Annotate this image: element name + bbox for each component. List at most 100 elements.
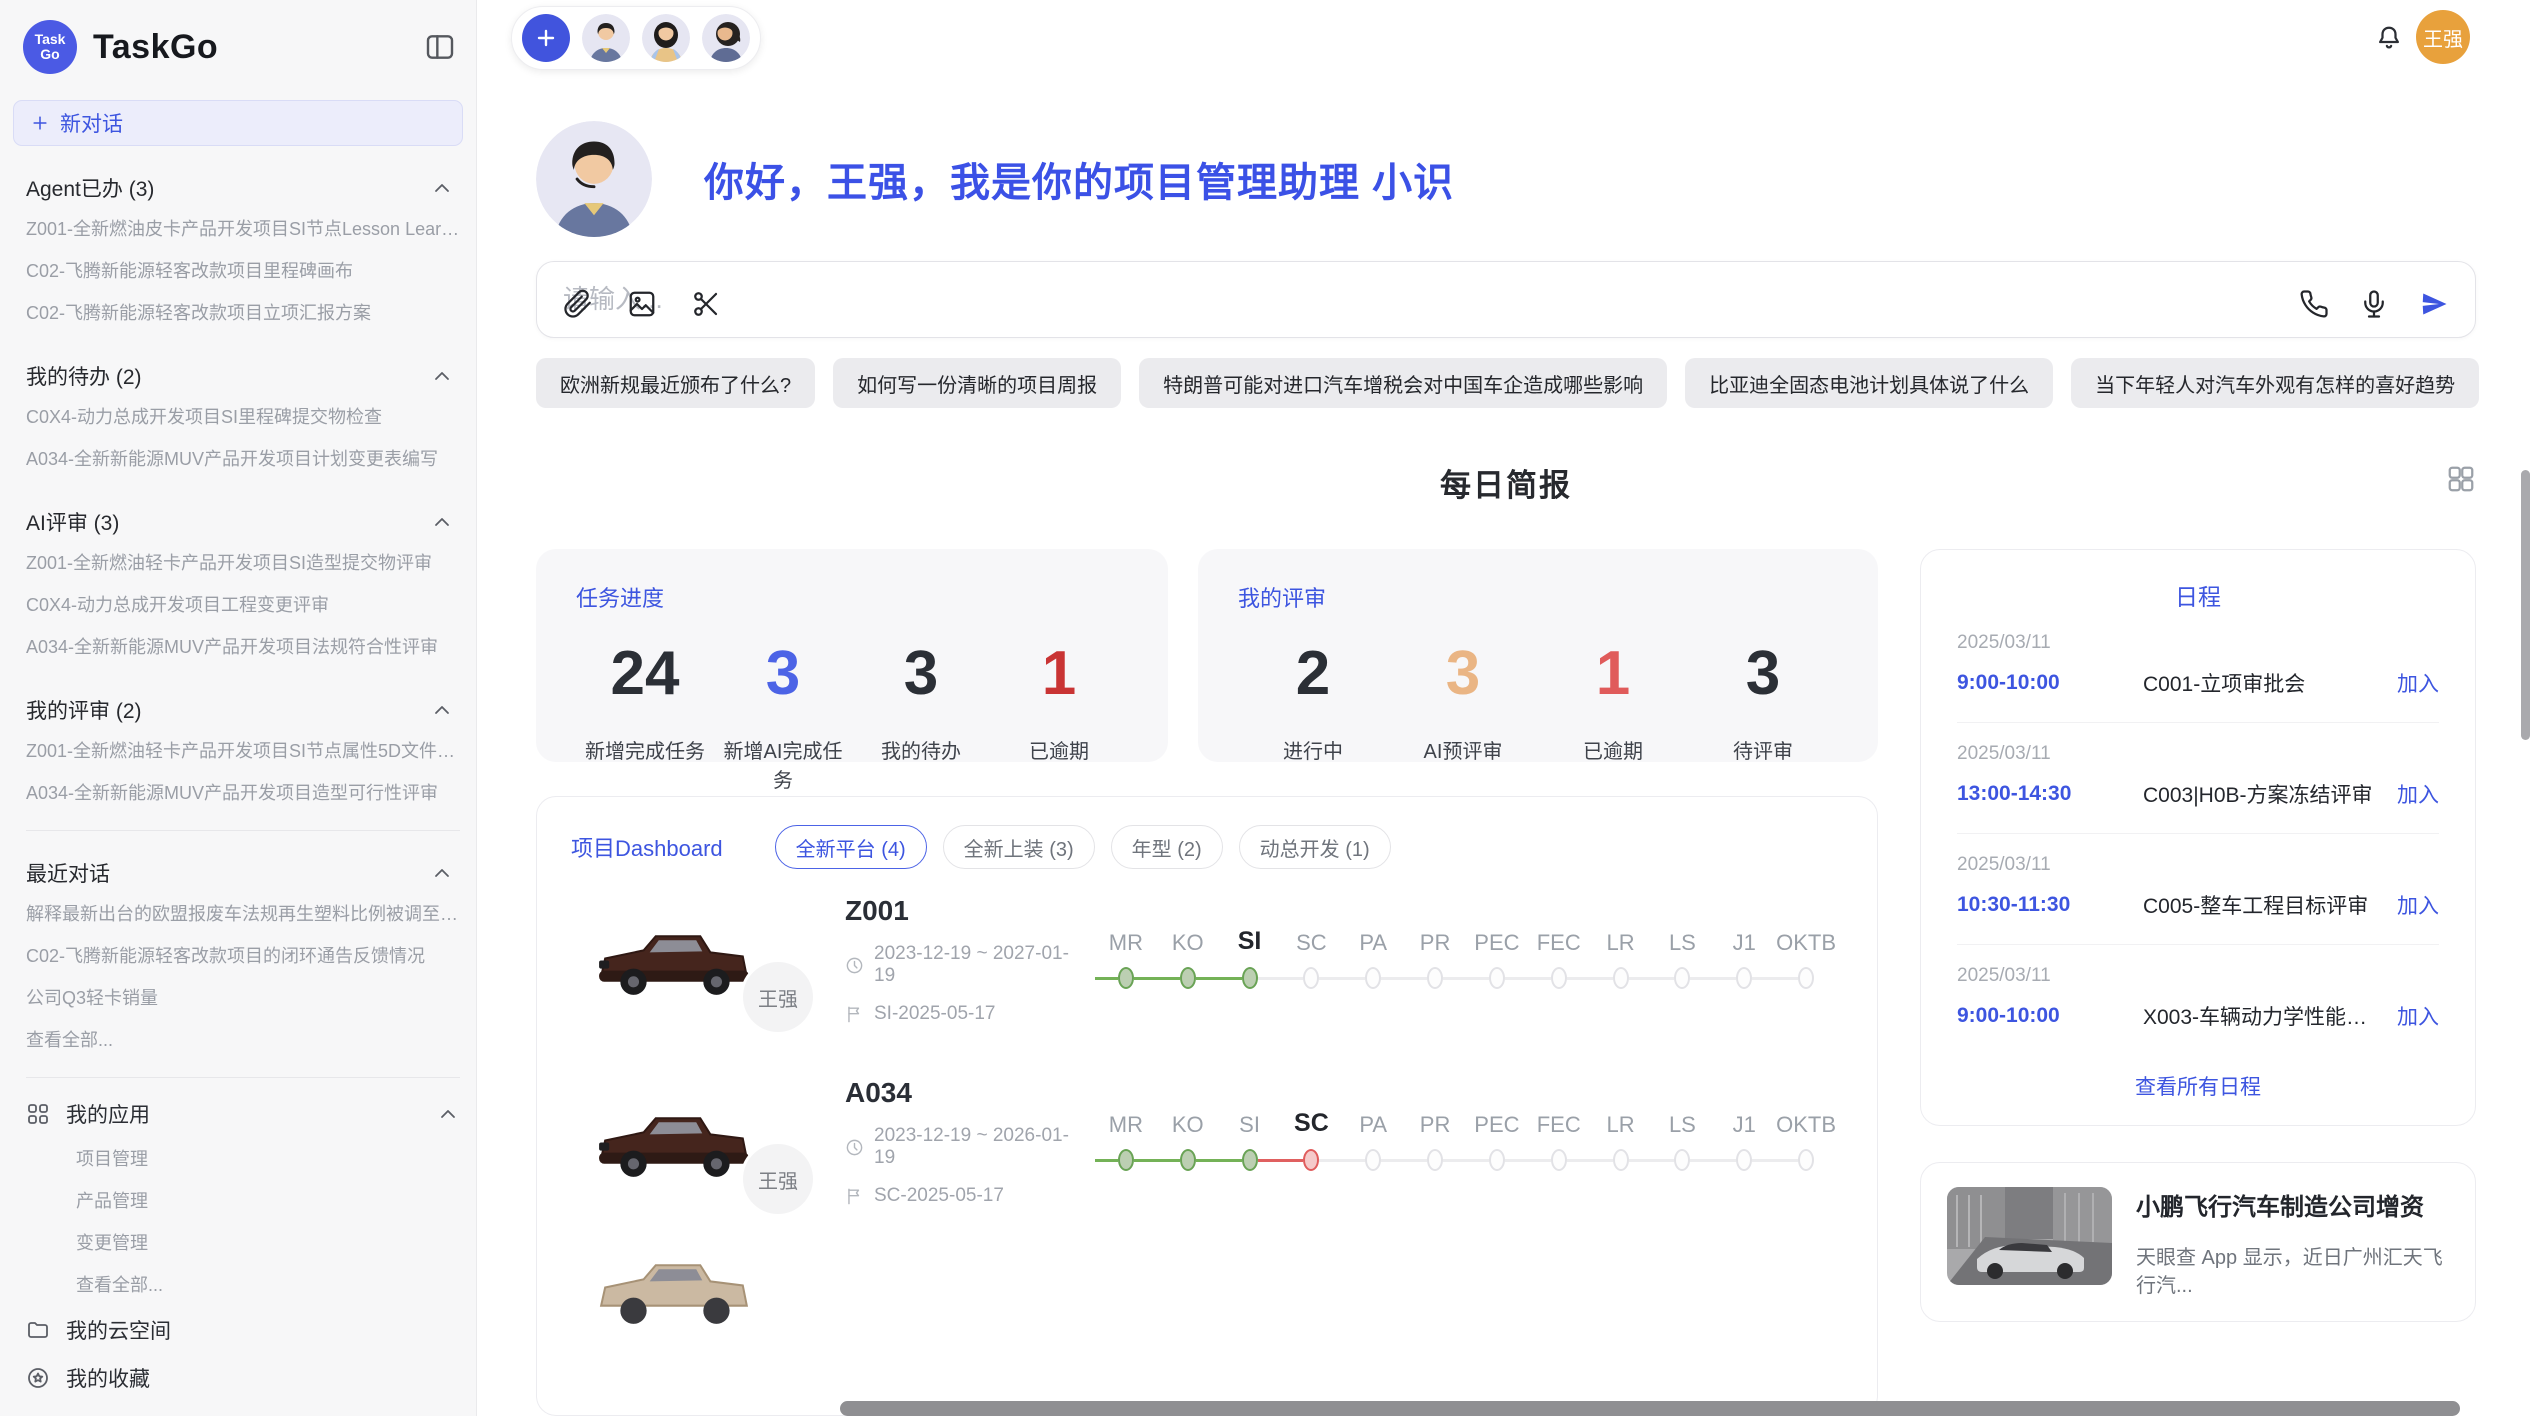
stat-label: 已逾期 [1538, 735, 1688, 764]
clock-icon [845, 956, 864, 975]
chevron-up-icon[interactable] [430, 698, 454, 722]
stat-value: 3 [1388, 643, 1538, 705]
sidebar-item-app[interactable]: 项目管理 [76, 1138, 460, 1180]
stat-value: 1 [1538, 643, 1688, 705]
suggestion-chip[interactable]: 如何写一份清晰的项目周报 [833, 358, 1121, 408]
schedule-name: C003|H0B-方案冻结评审 [2143, 779, 2381, 809]
milestone-dot [1157, 1138, 1219, 1182]
schedule-time: 9:00-10:00 [1957, 1004, 2117, 1028]
join-link[interactable]: 加入 [2397, 890, 2439, 920]
section-header-agent-done[interactable]: Agent已办 (3) [26, 168, 460, 208]
add-agent-button[interactable] [522, 14, 570, 62]
section-title: 我的评审 (2) [26, 695, 142, 725]
daily-brief-title: 每日简报 [536, 460, 2476, 505]
layout-grid-icon[interactable] [2446, 464, 2476, 494]
vertical-scrollbar-thumb[interactable] [2521, 470, 2530, 740]
milestone-dot [1157, 956, 1219, 1000]
section-header-ai-review[interactable]: AI评审 (3) [26, 502, 460, 542]
suggestion-chip[interactable]: 特朗普可能对进口汽车增税会对中国车企造成哪些影响 [1139, 358, 1667, 408]
milestone-label: PR [1404, 1102, 1466, 1138]
phone-icon[interactable] [2299, 289, 2329, 319]
chevron-up-icon[interactable] [430, 364, 454, 388]
join-link[interactable]: 加入 [2397, 1001, 2439, 1031]
image-icon[interactable] [627, 289, 657, 319]
tab-year-model[interactable]: 年型 (2) [1111, 825, 1223, 869]
schedule-date: 2025/03/11 [1957, 743, 2439, 765]
view-all-conversations[interactable]: 查看全部... [26, 1019, 460, 1061]
sidebar-item[interactable]: C0X4-动力总成开发项目SI里程碑提交物检查 [26, 396, 460, 438]
sidebar: Task Go TaskGo 新对话 Agent已办 (3) Z001-全新燃油… [0, 0, 477, 1416]
sidebar-item[interactable]: 公司Q3轻卡销量 [26, 977, 460, 1019]
milestone-label: OKTB [1775, 1102, 1837, 1138]
milestone-dot [1775, 1138, 1837, 1182]
milestone-label: LR [1590, 1102, 1652, 1138]
sidebar-item[interactable]: C02-飞腾新能源轻客改款项目的闭环通告反馈情况 [26, 935, 460, 977]
chevron-up-icon[interactable] [430, 861, 454, 885]
agent-avatar-2[interactable] [642, 14, 690, 62]
mic-icon[interactable] [2359, 289, 2389, 319]
project-row[interactable] [537, 1233, 1877, 1365]
horizontal-scrollbar-thumb[interactable] [840, 1401, 2460, 1416]
chat-input[interactable] [563, 284, 1883, 315]
paperclip-icon[interactable] [563, 289, 593, 319]
milestone-label: PEC [1466, 920, 1528, 956]
milestone-dot [1280, 956, 1342, 1000]
stat-value: 24 [576, 643, 714, 705]
agent-avatar-1[interactable] [582, 14, 630, 62]
sidebar-item[interactable]: A034-全新新能源MUV产品开发项目计划变更表编写 [26, 438, 460, 480]
section-header-recent[interactable]: 最近对话 [26, 853, 460, 893]
sidebar-item-app[interactable]: 产品管理 [76, 1180, 460, 1222]
milestone-dot [1590, 1138, 1652, 1182]
tab-powertrain[interactable]: 动总开发 (1) [1239, 825, 1391, 869]
view-all-apps[interactable]: 查看全部... [76, 1264, 460, 1306]
daily-brief-header: 每日简报 [536, 460, 2476, 505]
sidebar-item[interactable]: C02-飞腾新能源轻客改款项目立项汇报方案 [26, 292, 460, 334]
sidebar-item[interactable]: Z001-全新燃油皮卡产品开发项目SI节点Lesson Learn报告 [26, 208, 460, 250]
stat-label: 进行中 [1238, 735, 1388, 764]
sidebar-item-my-apps[interactable]: 我的应用 [26, 1090, 460, 1138]
project-owner-avatar: 王强 [743, 962, 813, 1032]
plus-icon [30, 113, 50, 133]
sidebar-item[interactable]: Z001-全新燃油轻卡产品开发项目SI节点属性5D文件评审 [26, 730, 460, 772]
user-avatar[interactable]: 王强 [2416, 10, 2470, 64]
suggestion-chip[interactable]: 当下年轻人对汽车外观有怎样的喜好趋势 [2071, 358, 2479, 408]
scissors-icon[interactable] [691, 289, 721, 319]
sidebar-item[interactable]: C02-飞腾新能源轻客改款项目里程碑画布 [26, 250, 460, 292]
sidebar-item-app[interactable]: 变更管理 [76, 1222, 460, 1264]
sidebar-item[interactable]: A034-全新新能源MUV产品开发项目法规符合性评审 [26, 626, 460, 668]
sidebar-item[interactable]: A034-全新新能源MUV产品开发项目造型可行性评审 [26, 772, 460, 814]
suggestion-chip[interactable]: 比亚迪全固态电池计划具体说了什么 [1685, 358, 2053, 408]
chevron-up-icon[interactable] [436, 1102, 460, 1126]
app-title: TaskGo [93, 28, 218, 67]
sidebar-collapse-icon[interactable] [424, 31, 456, 63]
tab-new-platform[interactable]: 全新平台 (4) [775, 825, 927, 869]
view-all-schedule-link[interactable]: 查看所有日程 [1957, 1071, 2439, 1101]
chevron-up-icon[interactable] [430, 510, 454, 534]
section-header-my-review[interactable]: 我的评审 (2) [26, 690, 460, 730]
project-row[interactable]: 王强 A034 2023-12-19 ~ 2026-01-19 SC-2025-… [537, 1051, 1877, 1233]
sidebar-item-favorites[interactable]: 我的收藏 [26, 1354, 460, 1402]
section-title: 最近对话 [26, 858, 110, 888]
sidebar-item-cloud-space[interactable]: 我的云空间 [26, 1306, 460, 1354]
agent-avatar-3[interactable] [702, 14, 750, 62]
news-card[interactable]: 小鹏飞行汽车制造公司增资 天眼查 App 显示，近日广州汇天飞行汽... [1920, 1162, 2476, 1322]
notification-bell-icon[interactable] [2374, 24, 2404, 54]
chevron-up-icon[interactable] [430, 176, 454, 200]
send-icon[interactable] [2419, 289, 2449, 319]
milestone-dot [1651, 1138, 1713, 1182]
news-image [1947, 1187, 2112, 1285]
sidebar-item[interactable]: 解释最新出台的欧盟报废车法规再生塑料比例被调至15%... [26, 893, 460, 935]
join-link[interactable]: 加入 [2397, 668, 2439, 698]
new-chat-button[interactable]: 新对话 [13, 100, 463, 146]
task-progress-card: 任务进度 24 新增完成任务 3 新增AI完成任务 3 我的待办 [536, 549, 1168, 762]
schedule-date: 2025/03/11 [1957, 632, 2439, 654]
tab-new-body[interactable]: 全新上装 (3) [943, 825, 1095, 869]
sidebar-item[interactable]: Z001-全新燃油轻卡产品开发项目SI造型提交物评审 [26, 542, 460, 584]
join-link[interactable]: 加入 [2397, 779, 2439, 809]
section-header-my-todo[interactable]: 我的待办 (2) [26, 356, 460, 396]
sidebar-item[interactable]: C0X4-动力总成开发项目工程变更评审 [26, 584, 460, 626]
stat-value: 3 [1688, 643, 1838, 705]
project-row[interactable]: 王强 Z001 2023-12-19 ~ 2027-01-19 SI-2025-… [537, 869, 1877, 1051]
composer-right-tools [2299, 289, 2449, 319]
suggestion-chip[interactable]: 欧洲新规最近颁布了什么? [536, 358, 815, 408]
